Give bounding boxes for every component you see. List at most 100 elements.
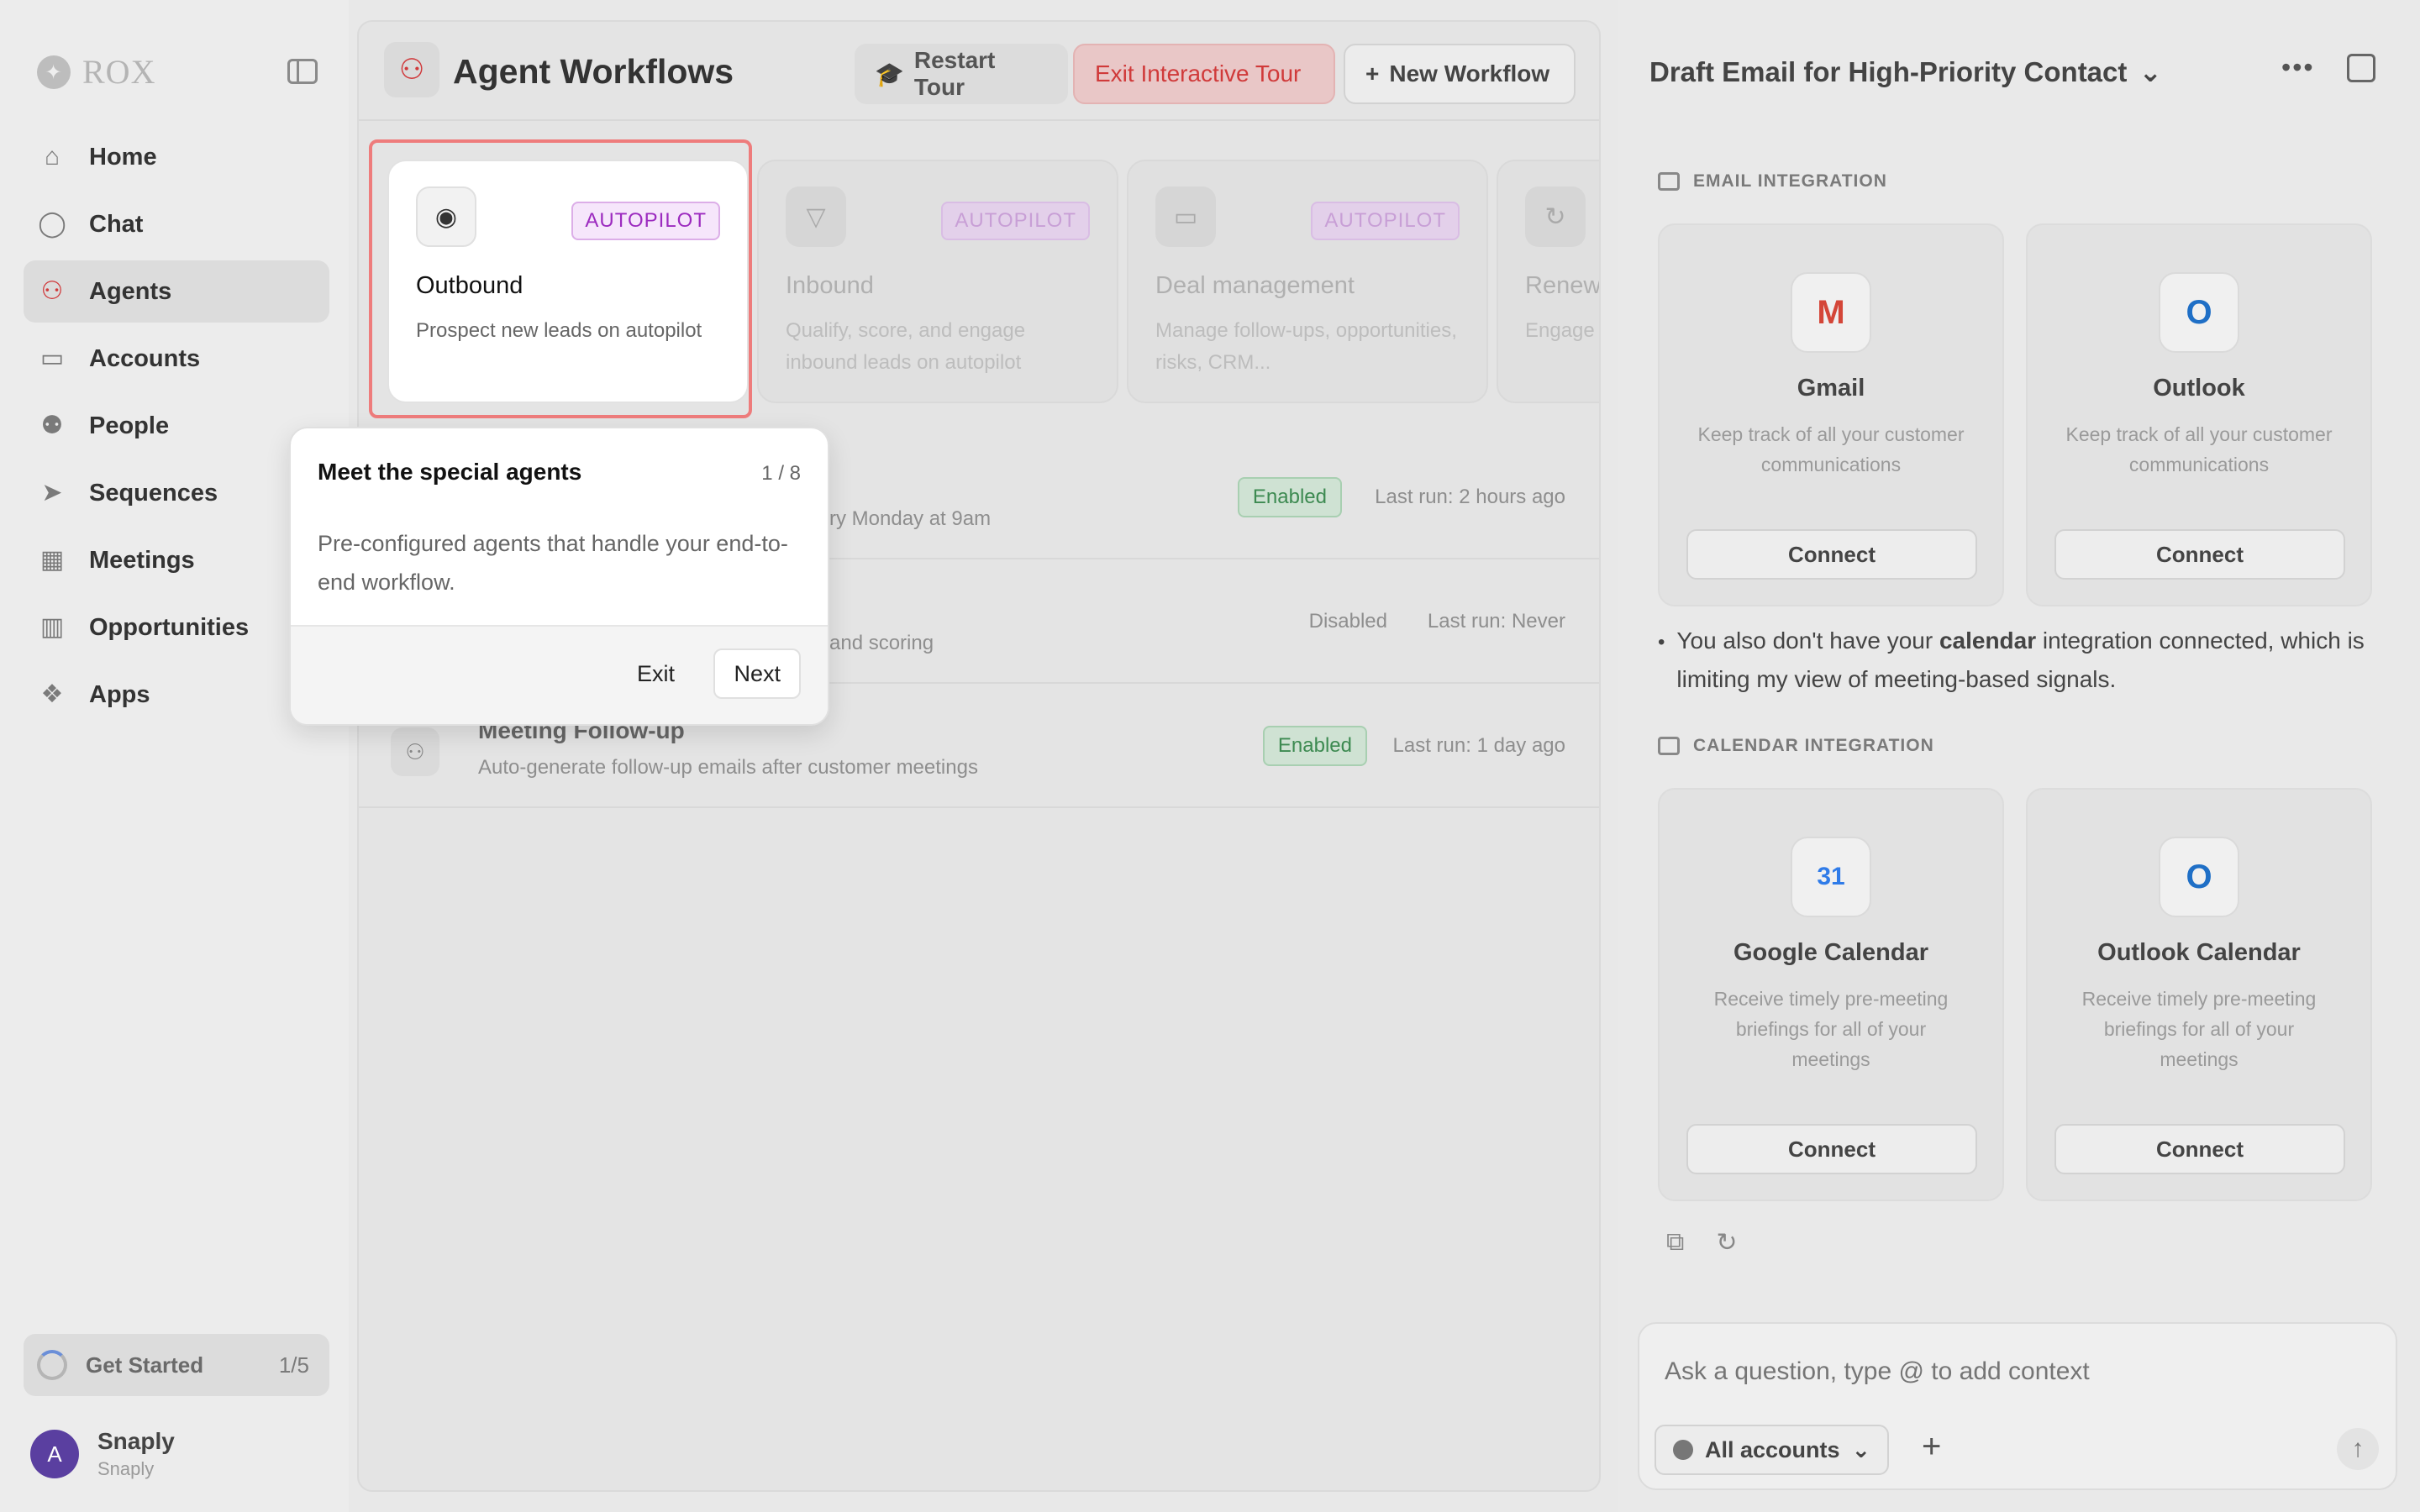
tour-body: Pre-configured agents that handle your e… (318, 531, 788, 595)
workflow-icon: ⚇ (391, 727, 439, 776)
brand-name: ROX (82, 53, 156, 91)
sidebar-item-label: Meetings (89, 546, 195, 574)
avatar: A (30, 1430, 79, 1478)
calendar-icon: ▦ (39, 546, 65, 574)
send-icon: ➤ (41, 479, 63, 507)
integration-name: Gmail (1797, 375, 1865, 402)
brand-logo[interactable]: ✦ ROX (37, 52, 155, 92)
conversation-title-text: Draft Email for High-Priority Contact (1649, 55, 2128, 87)
agent-card-inbound[interactable]: ▽ AUTOPILOT Inbound Qualify, score, and … (757, 160, 1118, 403)
card-title: Renewa (1525, 272, 1601, 299)
retry-icon[interactable]: ↻ (1716, 1228, 1737, 1257)
conversation-title[interactable]: Draft Email for High-Priority Contact ⌄ (1649, 55, 2162, 88)
connect-button[interactable]: Connect (1686, 529, 1977, 580)
bullet-text: You also don't have your calendar integr… (1676, 622, 2372, 699)
sidebar-item-accounts[interactable]: ▭ Accounts (24, 328, 329, 390)
tour-title: Meet the special agents (318, 459, 582, 485)
edit-icon[interactable] (2347, 54, 2375, 82)
integration-name: Outlook Calendar (2097, 939, 2301, 966)
sidebar-item-label: People (89, 412, 170, 439)
user-org: Snaply (97, 1458, 155, 1479)
chevron-down-icon: ⌄ (1851, 1436, 1871, 1462)
autopilot-badge: AUTOPILOT (1311, 202, 1460, 240)
tour-popover: Meet the special agents 1 / 8 Pre-config… (289, 427, 829, 726)
sidebar-item-sequences[interactable]: ➤ Sequences (24, 462, 329, 524)
integration-card-google-calendar: 31 Google Calendar Receive timely pre-me… (1658, 788, 2004, 1201)
chat-input[interactable] (1665, 1357, 2370, 1386)
sidebar-item-meetings[interactable]: ▦ Meetings (24, 529, 329, 591)
calendar-icon (1658, 737, 1680, 755)
bullet-dot: • (1658, 631, 1665, 654)
autopilot-badge: AUTOPILOT (941, 202, 1090, 240)
sidebar-item-agents[interactable]: ⚇ Agents (24, 260, 329, 323)
get-started-button[interactable]: Get Started 1/5 (24, 1334, 329, 1396)
exit-tour-label: Exit Interactive Tour (1095, 60, 1302, 87)
chevron-down-icon: ⌄ (2139, 56, 2163, 87)
user-menu[interactable]: A Snaply Snaply (30, 1428, 175, 1480)
briefcase-icon: ▭ (39, 344, 65, 372)
chat-bubble-icon: ◯ (38, 210, 66, 238)
sidebar-toggle-icon[interactable] (287, 59, 318, 84)
add-context-icon[interactable]: + (1922, 1428, 1941, 1466)
agent-card-deal-management[interactable]: ▭ AUTOPILOT Deal management Manage follo… (1127, 160, 1488, 403)
sidebar-item-label: Chat (89, 210, 144, 238)
restart-tour-label: Restart Tour (913, 47, 996, 100)
workflow-description: Auto-generate follow-up emails after cus… (478, 756, 978, 779)
section-label-text: CALENDAR INTEGRATION (1693, 736, 1934, 755)
main-panel: ⚇ Agent Workflows 🎓 Restart Tour Exit In… (357, 20, 1601, 1492)
user-name: Snaply (97, 1428, 175, 1454)
columns-icon: ▥ (39, 613, 65, 641)
integration-description: Keep track of all your customer communic… (2065, 423, 2333, 475)
chat-panel: Draft Email for High-Priority Contact ⌄ … (1618, 0, 2420, 1512)
accounts-selector-label: All accounts (1705, 1436, 1840, 1462)
card-description: Qualify, score, and engage inbound leads… (786, 319, 1026, 374)
card-description: Engage of renew (1525, 319, 1599, 342)
integration-name: Google Calendar (1733, 939, 1929, 966)
tour-exit-button[interactable]: Exit (620, 648, 692, 699)
integration-card-outlook-calendar: O Outlook Calendar Receive timely pre-me… (2026, 788, 2372, 1201)
integration-description: Keep track of all your customer communic… (1697, 423, 1965, 475)
new-workflow-button[interactable]: + New Workflow (1344, 44, 1576, 104)
main-header: ⚇ Agent Workflows 🎓 Restart Tour Exit In… (359, 22, 1599, 121)
section-label-text: EMAIL INTEGRATION (1693, 171, 1887, 191)
sidebar-item-chat[interactable]: ◯ Chat (24, 193, 329, 255)
home-icon: ⌂ (44, 143, 60, 171)
exit-tour-button[interactable]: Exit Interactive Tour (1073, 44, 1335, 104)
agent-card-outbound[interactable]: ◉ AUTOPILOT Outbound Prospect new leads … (387, 160, 749, 403)
restart-tour-button[interactable]: 🎓 Restart Tour (855, 44, 1068, 104)
sidebar-item-opportunities[interactable]: ▥ Opportunities (24, 596, 329, 659)
get-started-count: 1/5 (278, 1352, 309, 1378)
sidebar-item-home[interactable]: ⌂ Home (24, 126, 329, 188)
integration-description: Receive timely pre-meeting briefings for… (1713, 988, 1949, 1070)
tour-next-button[interactable]: Next (713, 648, 801, 699)
agents-icon: ⚇ (40, 277, 64, 305)
outlook-logo-icon: O (2159, 272, 2239, 353)
card-title: Deal management (1155, 272, 1355, 299)
send-icon[interactable]: ↑ (2337, 1428, 2379, 1470)
sidebar-item-label: Agents (89, 277, 172, 305)
status-badge: Disabled (1308, 610, 1387, 633)
sidebar-item-label: Opportunities (89, 613, 250, 641)
outlook-calendar-logo-icon: O (2159, 837, 2239, 917)
card-title: Inbound (786, 272, 874, 299)
gmail-logo-icon: M (1791, 272, 1871, 353)
agent-card-renewal[interactable]: ↻ Renewa Engage of renew (1497, 160, 1601, 403)
mail-icon (1658, 172, 1680, 191)
sidebar-item-people[interactable]: ⚉ People (24, 395, 329, 457)
copy-icon[interactable]: ⧉ (1666, 1228, 1684, 1257)
sidebar-item-apps[interactable]: ❖ Apps (24, 664, 329, 726)
status-badge: Enabled (1237, 477, 1342, 517)
briefcase-icon: ▭ (1155, 186, 1216, 247)
connect-button[interactable]: Connect (2054, 529, 2345, 580)
sidebar-item-label: Accounts (89, 344, 201, 372)
more-options-icon[interactable]: ••• (2281, 52, 2315, 83)
accounts-selector[interactable]: All accounts ⌄ (1655, 1425, 1890, 1475)
tour-step-counter: 1 / 8 (761, 462, 801, 485)
connect-button[interactable]: Connect (2054, 1124, 2345, 1174)
sidebar-item-label: Apps (89, 680, 150, 708)
page-title: Agent Workflows (453, 52, 734, 91)
connect-button[interactable]: Connect (1686, 1124, 1977, 1174)
integration-card-outlook: O Outlook Keep track of all your custome… (2026, 223, 2372, 606)
last-run: Last run: 1 day ago (1392, 734, 1565, 757)
email-integration-label: EMAIL INTEGRATION (1658, 171, 1887, 192)
